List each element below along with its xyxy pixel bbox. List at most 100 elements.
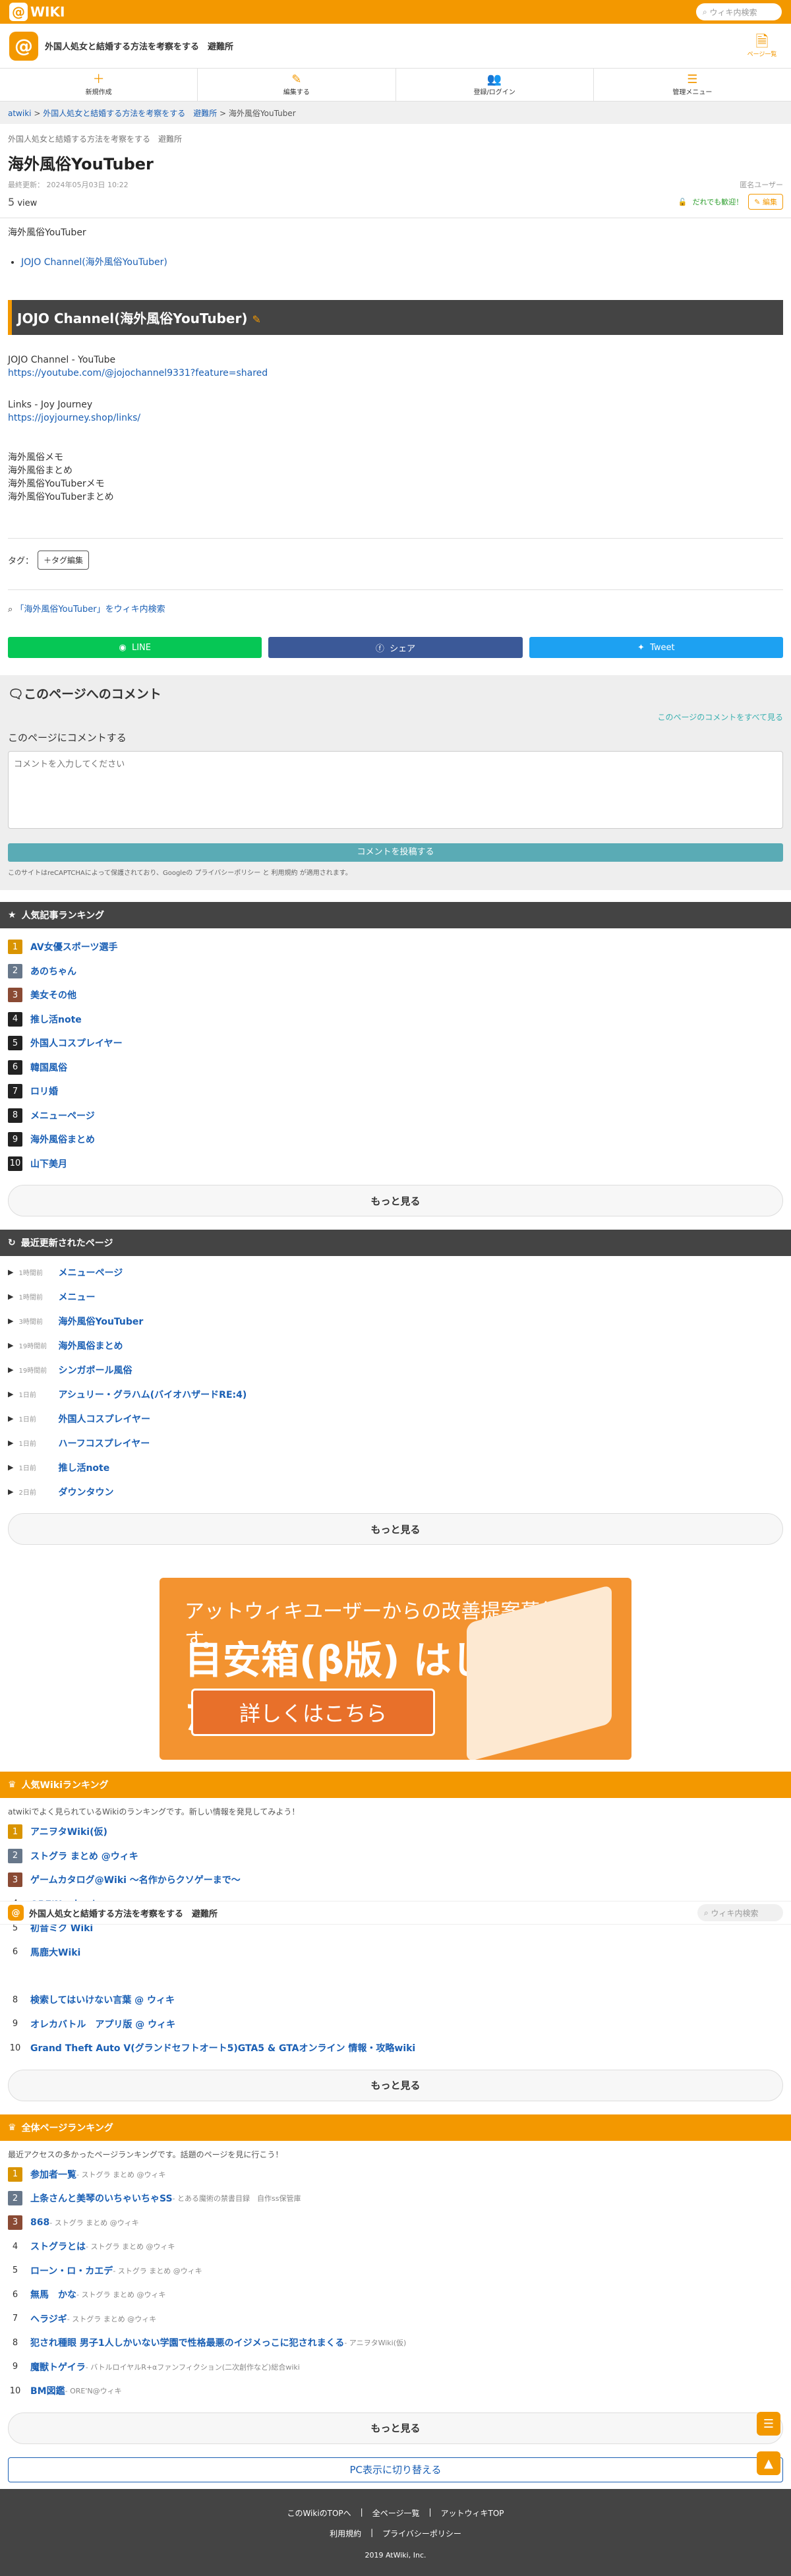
joy-journey-link[interactable]: https://joyjourney.shop/links/ bbox=[8, 413, 140, 423]
list-item[interactable]: 8 検索してはいけない言葉 @ ウィキ bbox=[8, 1988, 783, 2012]
login-button[interactable]: 👥 登録/ログイン bbox=[396, 69, 594, 101]
footer-link[interactable]: 全ページ一覧 bbox=[372, 2507, 420, 2519]
footer-link[interactable]: このWikiのTOPへ bbox=[287, 2507, 351, 2519]
list-item[interactable]: 2 上条さんと美琴のいちゃいちゃSS - とある魔術の禁書目録 自作ss保管庫 bbox=[8, 2186, 783, 2211]
menu-fab-icon[interactable]: ☰ bbox=[757, 2412, 780, 2436]
list-item[interactable]: 2 あのちゃん bbox=[8, 959, 783, 984]
tags-row: タグ： ＋タグ編集 bbox=[8, 538, 783, 570]
sticky-site-name[interactable]: 外国人処女と結婚する方法を考察をする 避難所 bbox=[29, 1907, 218, 1919]
list-item[interactable]: ▶ 1時間前 メニューページ bbox=[8, 1260, 783, 1284]
page-meta: 最終更新： 2024年05月03日 10:22 匿名ユーザー bbox=[0, 179, 791, 190]
list-item[interactable]: 10 山下美月 bbox=[8, 1152, 783, 1176]
edit-button[interactable]: ✎ 編集する bbox=[198, 69, 396, 101]
list-item[interactable]: 10 BM図鑑 - ORE'N@ウィキ bbox=[8, 2379, 783, 2403]
more-button[interactable]: もっと見る bbox=[8, 1185, 783, 1216]
list-item[interactable]: 4 推し活note bbox=[8, 1007, 783, 1032]
list-item[interactable]: ▶ 19時間前 海外風俗まとめ bbox=[8, 1333, 783, 1358]
search-input[interactable]: ⌕ ウィキ内検索 bbox=[696, 3, 782, 20]
all-ranking-intro: 最近アクセスの多かったページランキングです。話題のページを見に行こう！ bbox=[8, 2149, 283, 2159]
suggestion-banner[interactable]: アットウィキユーザーからの改善提案募集します。 目安箱(β版) はじめました。 … bbox=[160, 1578, 631, 1760]
recent-header: ↻ 最近更新されたページ bbox=[0, 1230, 791, 1256]
settings-icon: ☰ bbox=[687, 73, 698, 86]
list-item[interactable]: 2 ストグラ まとめ @ウィキ bbox=[8, 1844, 783, 1869]
list-item[interactable]: 3 ゲームカタログ@Wiki ～名作からクソゲーまで～ bbox=[8, 1868, 783, 1892]
wiki-search-text[interactable]: 「海外風俗YouTuber」をウィキ内検索 bbox=[15, 605, 165, 614]
list-item[interactable]: 9 オレカバトル アプリ版 @ ウィキ bbox=[8, 2012, 783, 2037]
list-item[interactable]: ▶ 1時間前 メニュー bbox=[8, 1284, 783, 1309]
breadcrumb-root[interactable]: atwiki bbox=[8, 109, 32, 118]
list-item[interactable]: ▶ 2日前 ダウンタウン bbox=[8, 1480, 783, 1504]
list-item[interactable]: 4 ストグラとは - ストグラ まとめ @ウィキ bbox=[8, 2234, 783, 2259]
atwiki-logo[interactable]: @ WIKI bbox=[9, 3, 65, 21]
edit-section-icon[interactable]: ✎ bbox=[252, 313, 260, 326]
list-item[interactable]: 1 AV女優スポーツ選手 bbox=[8, 935, 783, 959]
page-title: 海外風俗YouTuber bbox=[8, 155, 154, 173]
list-item[interactable]: 6 無馬 かな - ストグラ まとめ @ウィキ bbox=[8, 2283, 783, 2307]
toc-link[interactable]: JOJO Channel(海外風俗YouTuber) bbox=[21, 257, 167, 268]
list-item[interactable]: 7 ヘラジギ - ストグラ まとめ @ウィキ bbox=[8, 2307, 783, 2331]
breadcrumb-site[interactable]: 外国人処女と結婚する方法を考察をする 避難所 bbox=[43, 109, 217, 118]
list-item[interactable]: 8 犯され種眼 男子1人しかいない学園で性格最悪のイジメっこに犯されまくる - ア… bbox=[8, 2331, 783, 2355]
wiki-ranking-list: 1 アニヲタWiki(仮) 2 ストグラ まとめ @ウィキ 3 ゲームカタログ@Wik… bbox=[0, 1817, 791, 2060]
wiki-search-link[interactable]: ⌕ 「海外風俗YouTuber」をウィキ内検索 bbox=[8, 589, 783, 614]
all-ranking-list: 1 参加者一覧 - ストグラ まとめ @ウィキ 2 上条さんと美琴のいちゃいちゃSS… bbox=[0, 2160, 791, 2403]
list-item[interactable]: 9 魔獣トゲイラ - バトルロイヤルR+αファンフィクション(二次創作など)総合w… bbox=[8, 2355, 783, 2380]
youtube-label: JOJO Channel - YouTube bbox=[8, 355, 116, 365]
site-header: @ 外国人処女と結婚する方法を考察をする 避難所 🗎 ページ一覧 bbox=[0, 24, 791, 69]
footer-link[interactable]: プライバシーポリシー bbox=[382, 2528, 461, 2539]
list-item[interactable]: 6 馬鹿大Wiki bbox=[8, 1940, 783, 1965]
site-icon[interactable]: @ bbox=[8, 1905, 24, 1921]
more-button[interactable]: もっと見る bbox=[8, 2412, 783, 2444]
scroll-top-icon[interactable]: ▲ bbox=[757, 2451, 780, 2475]
list-item[interactable]: ▶ 19時間前 シンガポール風俗 bbox=[8, 1358, 783, 1382]
pc-view-button[interactable]: PC表示に切り替える bbox=[8, 2457, 783, 2482]
comment-textarea[interactable] bbox=[8, 751, 783, 829]
list-item[interactable]: 7 ロリ婚 bbox=[8, 1079, 783, 1104]
footer-link[interactable]: アットウィキTOP bbox=[441, 2507, 504, 2519]
related-item: 海外風俗YouTuberまとめ bbox=[8, 492, 114, 502]
list-item[interactable]: ▶ 1日前 推し活note bbox=[8, 1455, 783, 1480]
list-item[interactable]: 8 メニューページ bbox=[8, 1104, 783, 1128]
post-comment-button[interactable]: コメントを投稿する bbox=[8, 843, 783, 862]
facebook-share-button[interactable]: ⓕ シェア bbox=[268, 637, 523, 658]
page-edit-button[interactable]: ✎ 編集 bbox=[748, 194, 783, 210]
site-icon[interactable]: @ bbox=[9, 31, 38, 61]
sticky-search-input[interactable]: ⌕ ウィキ内検索 bbox=[697, 1904, 783, 1921]
document-icon: 🗎 bbox=[755, 32, 769, 51]
all-comments-link[interactable]: このページのコメントをすべて見る bbox=[8, 711, 783, 723]
footer-link[interactable]: 利用規約 bbox=[330, 2528, 361, 2539]
admin-menu-button[interactable]: ☰ 管理メニュー bbox=[594, 69, 791, 101]
more-button[interactable]: もっと見る bbox=[8, 2069, 783, 2101]
list-item[interactable]: 1 参加者一覧 - ストグラ まとめ @ウィキ bbox=[8, 2163, 783, 2187]
footer: このWikiのTOPへ | 全ページ一覧 | アットウィキTOP 利用規約 | プライバシー… bbox=[0, 2489, 791, 2576]
tweet-button[interactable]: ✦ Tweet bbox=[529, 637, 783, 658]
lead-text: 海外風俗YouTuber bbox=[8, 227, 86, 238]
list-item[interactable]: 3 美女その他 bbox=[8, 983, 783, 1007]
list-item[interactable]: 5 ローン・ロ・カエデ - ストグラ まとめ @ウィキ bbox=[8, 2259, 783, 2283]
wiki-ranking-header: ♛ 人気Wikiランキング bbox=[0, 1772, 791, 1798]
new-page-button[interactable]: ＋新規作成 bbox=[0, 69, 198, 101]
youtube-link[interactable]: https://youtube.com/@jojochannel9331?fea… bbox=[8, 368, 268, 378]
list-item[interactable]: 10 Grand Theft Auto V(グランドセフトオート5)GTA5 & … bbox=[8, 2036, 783, 2060]
site-name[interactable]: 外国人処女と結婚する方法を考察をする 避難所 bbox=[45, 40, 742, 52]
more-button[interactable]: もっと見る bbox=[8, 1513, 783, 1545]
list-item[interactable]: 5 外国人コスプレイヤー bbox=[8, 1031, 783, 1056]
list-item[interactable]: ▶ 1日前 外国人コスプレイヤー bbox=[8, 1406, 783, 1431]
list-item[interactable]: ▶ 1日前 アシュリー・グラハム(バイオハザードRE:4) bbox=[8, 1382, 783, 1406]
copyright: 2019 AtWiki, Inc. bbox=[365, 2551, 426, 2560]
line-share-button[interactable]: ◉ LINE bbox=[8, 637, 262, 658]
list-item[interactable]: ▶ 1日前 ハーフコスプレイヤー bbox=[8, 1431, 783, 1455]
users-icon: 👥 bbox=[486, 73, 502, 86]
menu-bar: ＋新規作成 ✎ 編集する 👥 登録/ログイン ☰ 管理メニュー bbox=[0, 69, 791, 102]
list-item[interactable]: 9 海外風俗まとめ bbox=[8, 1127, 783, 1152]
page-list-button[interactable]: 🗎 ページ一覧 bbox=[742, 34, 782, 58]
sticky-header: @ 外国人処女と結婚する方法を考察をする 避難所 ⌕ ウィキ内検索 bbox=[0, 1901, 791, 1925]
tag-edit-button[interactable]: ＋タグ編集 bbox=[38, 551, 90, 570]
list-item[interactable]: 6 韓国風俗 bbox=[8, 1056, 783, 1080]
related-item: 海外風俗まとめ bbox=[8, 465, 73, 476]
breadcrumb-sep: > bbox=[217, 109, 229, 118]
list-item[interactable]: ▶ 3時間前 海外風俗YouTuber bbox=[8, 1309, 783, 1333]
list-item[interactable]: 3 868 - ストグラ まとめ @ウィキ bbox=[8, 2211, 783, 2235]
banner-details-button[interactable]: 詳しくはこちら bbox=[191, 1689, 435, 1736]
list-item[interactable]: 1 アニヲタWiki(仮) bbox=[8, 1820, 783, 1844]
